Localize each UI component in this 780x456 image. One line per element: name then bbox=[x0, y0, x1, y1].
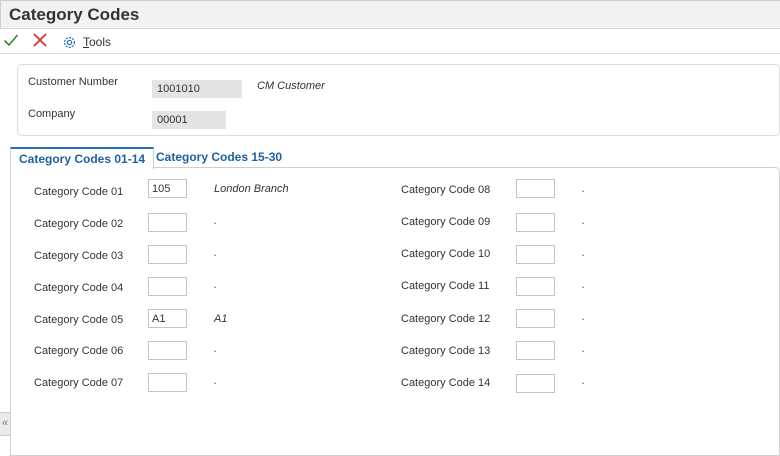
gear-icon bbox=[64, 36, 75, 48]
double-chevron-left-icon: « bbox=[1, 417, 9, 429]
customer-name-text: CM Customer bbox=[257, 80, 325, 92]
category-code-07-label: Category Code 07 bbox=[34, 377, 124, 389]
category-code-06-description: . bbox=[214, 343, 218, 355]
category-code-02-description: . bbox=[214, 215, 218, 227]
category-code-05-input[interactable] bbox=[148, 309, 187, 328]
category-code-06-label: Category Code 06 bbox=[34, 345, 124, 357]
category-code-13-label: Category Code 13 bbox=[401, 345, 491, 357]
tools-menu-button[interactable]: Tools bbox=[62, 32, 118, 52]
category-code-02-input[interactable] bbox=[148, 213, 187, 232]
category-code-07-description: . bbox=[214, 375, 218, 387]
ok-button[interactable] bbox=[3, 32, 21, 52]
x-icon bbox=[33, 33, 47, 47]
category-code-08-label: Category Code 08 bbox=[401, 184, 491, 196]
collapse-handle[interactable]: « bbox=[0, 412, 11, 436]
category-code-11-input[interactable] bbox=[516, 277, 555, 296]
category-code-14-input[interactable] bbox=[516, 374, 555, 393]
toolbar: Tools bbox=[0, 29, 780, 54]
header-panel: Customer Number 1001010 CM Customer Comp… bbox=[17, 64, 780, 136]
tools-label: Tools bbox=[83, 35, 112, 49]
category-code-07-input[interactable] bbox=[148, 373, 187, 392]
category-code-09-description: . bbox=[582, 215, 586, 227]
category-code-08-description: . bbox=[582, 183, 586, 195]
category-code-04-input[interactable] bbox=[148, 277, 187, 296]
category-code-10-description: . bbox=[582, 247, 586, 259]
checkmark-icon bbox=[3, 34, 19, 47]
company-label: Company bbox=[28, 108, 76, 120]
category-code-14-label: Category Code 14 bbox=[401, 377, 491, 389]
category-code-05-description: A1 bbox=[214, 313, 228, 325]
category-code-02-label: Category Code 02 bbox=[34, 218, 124, 230]
category-code-01-label: Category Code 01 bbox=[34, 186, 124, 198]
category-code-11-label: Category Code 11 bbox=[401, 280, 490, 292]
tab-category-codes-01-14[interactable]: Category Codes 01-14 bbox=[10, 147, 155, 169]
category-code-13-description: . bbox=[582, 343, 586, 355]
category-code-11-description: . bbox=[582, 279, 586, 291]
category-code-06-input[interactable] bbox=[148, 341, 187, 360]
customer-number-field: 1001010 bbox=[152, 80, 242, 98]
category-code-13-input[interactable] bbox=[516, 341, 555, 360]
category-code-01-input[interactable] bbox=[148, 179, 187, 198]
cancel-button[interactable] bbox=[32, 32, 50, 52]
tab-panel: Category Code 01 London Branch Category … bbox=[10, 167, 780, 456]
category-code-04-label: Category Code 04 bbox=[34, 282, 124, 294]
category-code-08-input[interactable] bbox=[516, 179, 555, 198]
category-code-04-description: . bbox=[214, 279, 218, 291]
category-code-09-input[interactable] bbox=[516, 213, 555, 232]
customer-number-label: Customer Number bbox=[28, 76, 118, 88]
category-code-03-label: Category Code 03 bbox=[34, 250, 124, 262]
category-code-01-description: London Branch bbox=[214, 183, 289, 195]
page-title: Category Codes bbox=[9, 5, 140, 24]
category-code-10-input[interactable] bbox=[516, 245, 555, 264]
company-field: 00001 bbox=[152, 111, 226, 129]
category-code-14-description: . bbox=[582, 375, 586, 387]
category-code-12-description: . bbox=[582, 311, 586, 323]
category-code-05-label: Category Code 05 bbox=[34, 314, 124, 326]
category-code-03-description: . bbox=[214, 247, 218, 259]
category-code-10-label: Category Code 10 bbox=[401, 248, 491, 260]
category-code-12-label: Category Code 12 bbox=[401, 313, 491, 325]
title-bar: Category Codes bbox=[0, 0, 780, 29]
category-code-09-label: Category Code 09 bbox=[401, 216, 491, 228]
category-code-12-input[interactable] bbox=[516, 309, 555, 328]
tab-category-codes-15-30[interactable]: Category Codes 15-30 bbox=[148, 147, 290, 168]
category-code-03-input[interactable] bbox=[148, 245, 187, 264]
